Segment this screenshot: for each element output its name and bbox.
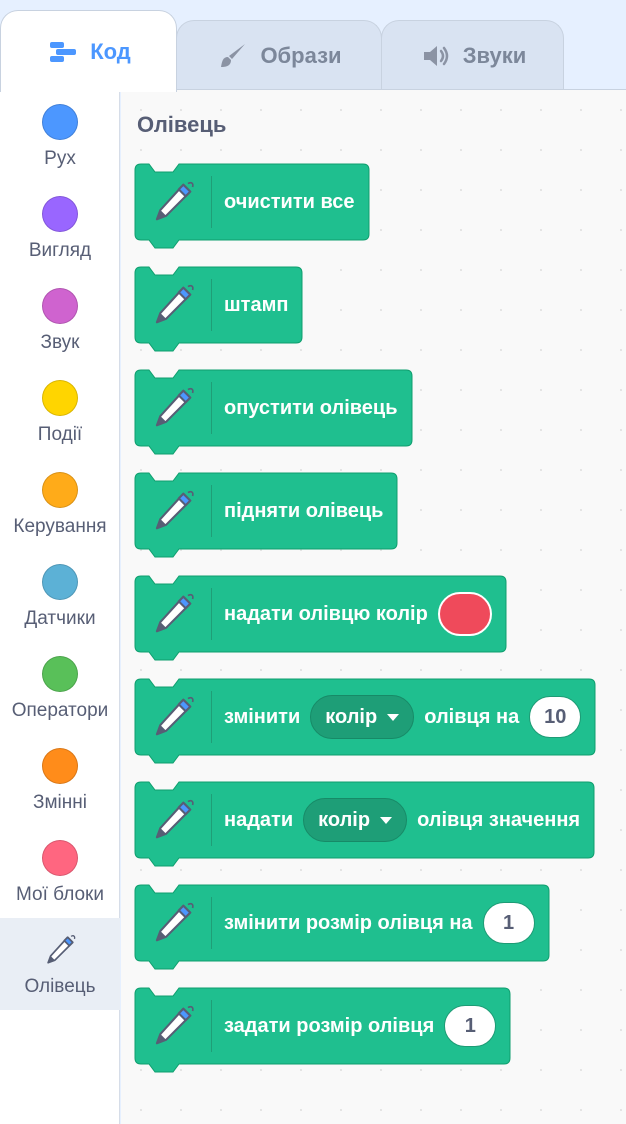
category-label: Події bbox=[37, 424, 83, 445]
caret-down-icon bbox=[387, 713, 400, 721]
pen-icon bbox=[135, 370, 211, 446]
block-set-pen-color[interactable]: надати олівцю колір bbox=[134, 575, 508, 664]
dropdown-value: колір bbox=[318, 808, 371, 831]
block-text: підняти олівець bbox=[224, 499, 384, 522]
category-label: Мої блоки bbox=[16, 884, 104, 905]
category-looks[interactable]: Вигляд bbox=[0, 182, 120, 274]
speaker-icon bbox=[419, 39, 453, 73]
category-label: Змінні bbox=[33, 792, 87, 813]
block-text: олівця на bbox=[424, 705, 520, 728]
block-stamp[interactable]: штамп bbox=[134, 266, 304, 355]
category-motion[interactable]: Рух bbox=[0, 90, 120, 182]
category-label: Олівець bbox=[24, 976, 96, 997]
number-input[interactable]: 1 bbox=[482, 902, 535, 944]
category-sound[interactable]: Звук bbox=[0, 274, 120, 366]
block-separator bbox=[211, 485, 212, 537]
tab-code[interactable]: Код bbox=[0, 10, 177, 92]
block-separator bbox=[211, 691, 212, 743]
param-dropdown[interactable]: колір bbox=[310, 695, 415, 739]
block-pen-up[interactable]: підняти олівець bbox=[134, 472, 399, 561]
block-text: надати олівцю колір bbox=[224, 602, 428, 625]
pen-icon bbox=[135, 782, 211, 858]
pen-icon bbox=[135, 473, 211, 549]
category-myblocks[interactable]: Мої блоки bbox=[0, 826, 120, 918]
category-variables-dot bbox=[42, 748, 78, 784]
block-clear-all[interactable]: очистити все bbox=[134, 163, 371, 252]
block-text: надати bbox=[224, 808, 294, 831]
category-sensing[interactable]: Датчики bbox=[0, 550, 120, 642]
category-motion-dot bbox=[42, 104, 78, 140]
block-separator bbox=[211, 897, 212, 949]
category-label: Датчики bbox=[24, 608, 96, 629]
block-text: опустити олівець bbox=[224, 396, 398, 419]
dropdown-value: колір bbox=[325, 705, 378, 728]
category-control-dot bbox=[42, 472, 78, 508]
block-set-pen-size[interactable]: задати розмір олівця 1 bbox=[134, 987, 512, 1076]
block-separator bbox=[211, 279, 212, 331]
category-control[interactable]: Керування bbox=[0, 458, 120, 550]
block-text: очистити все bbox=[224, 190, 355, 213]
block-change-pen-size[interactable]: змінити розмір олівця на 1 bbox=[134, 884, 551, 973]
pen-icon bbox=[135, 267, 211, 343]
category-events[interactable]: Події bbox=[0, 366, 120, 458]
pen-icon bbox=[135, 679, 211, 755]
number-input[interactable]: 1 bbox=[444, 1005, 497, 1047]
category-pen[interactable]: Олівець bbox=[0, 918, 120, 1010]
category-operators-dot bbox=[42, 656, 78, 692]
block-separator bbox=[211, 176, 212, 228]
block-text: задати розмір олівця bbox=[224, 1014, 435, 1037]
block-set-pen-param[interactable]: надати колір олівця значення bbox=[134, 781, 596, 870]
category-label: Оператори bbox=[11, 700, 109, 721]
block-separator bbox=[211, 382, 212, 434]
editor-tabs: Код Образи Звуки bbox=[0, 0, 626, 92]
block-text: змінити bbox=[224, 705, 301, 728]
block-text: штамп bbox=[224, 293, 289, 316]
palette-title: Олівець bbox=[137, 112, 227, 137]
tab-costumes-label: Образи bbox=[260, 42, 342, 68]
block-text: змінити розмір олівця на bbox=[224, 911, 473, 934]
category-operators[interactable]: Оператори bbox=[0, 642, 120, 734]
code-icon bbox=[46, 35, 80, 69]
color-swatch-input[interactable] bbox=[437, 592, 492, 636]
category-label: Керування bbox=[13, 516, 107, 537]
category-label: Рух bbox=[44, 148, 76, 169]
category-label: Вигляд bbox=[28, 240, 92, 261]
category-looks-dot bbox=[42, 196, 78, 232]
pen-icon bbox=[135, 164, 211, 240]
block-pen-down[interactable]: опустити олівець bbox=[134, 369, 414, 458]
param-dropdown[interactable]: колір bbox=[303, 798, 408, 842]
block-separator bbox=[211, 794, 212, 846]
category-label: Звук bbox=[40, 332, 80, 353]
block-text: олівця значення bbox=[417, 808, 581, 831]
tab-costumes[interactable]: Образи bbox=[176, 20, 382, 90]
brush-icon bbox=[216, 39, 250, 73]
caret-down-icon bbox=[380, 816, 393, 824]
pen-icon bbox=[135, 885, 211, 961]
pen-icon bbox=[135, 576, 211, 652]
number-input[interactable]: 10 bbox=[529, 696, 582, 738]
block-palette: Олівець очистити все штамп опустити олів… bbox=[121, 90, 626, 1124]
block-change-pen-param[interactable]: змінити колір олівця на 10 bbox=[134, 678, 597, 767]
category-events-dot bbox=[42, 380, 78, 416]
tab-code-label: Код bbox=[90, 38, 131, 64]
category-myblocks-dot bbox=[42, 840, 78, 876]
category-variables[interactable]: Змінні bbox=[0, 734, 120, 826]
category-sensing-dot bbox=[42, 564, 78, 600]
category-menu: Рух Вигляд Звук Події Керування Датчики … bbox=[0, 90, 120, 1124]
block-separator bbox=[211, 588, 212, 640]
pen-icon bbox=[42, 932, 78, 968]
tab-sounds-label: Звуки bbox=[462, 42, 527, 68]
tab-sounds[interactable]: Звуки bbox=[381, 20, 564, 90]
category-sound-dot bbox=[42, 288, 78, 324]
block-separator bbox=[211, 1000, 212, 1052]
pen-icon bbox=[135, 988, 211, 1064]
